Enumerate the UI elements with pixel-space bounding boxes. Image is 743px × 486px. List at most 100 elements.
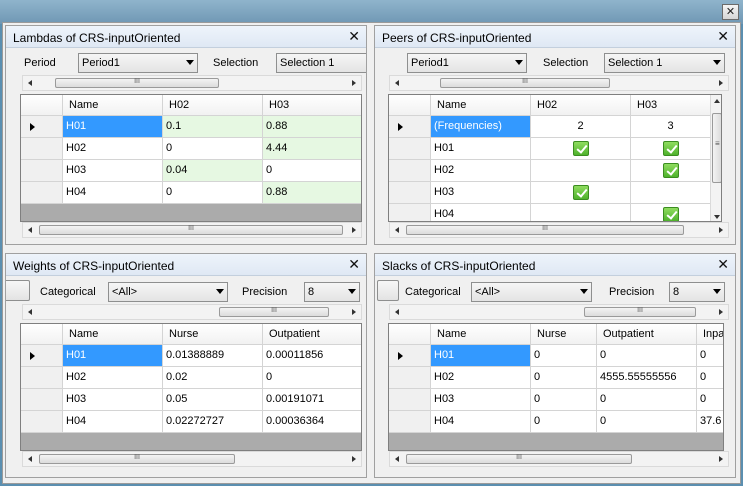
scroll-left-icon[interactable] — [28, 456, 32, 462]
weights-toolbar-scrollbar[interactable]: III — [22, 304, 362, 320]
scroll-thumb[interactable]: ≡ — [712, 113, 721, 183]
table-row[interactable]: H02 0 4555.55555556 0 — [389, 367, 723, 389]
cell-value[interactable]: 0.02 — [163, 367, 263, 389]
peers-vertical-scrollbar[interactable]: ≡ — [710, 95, 721, 221]
cell-name[interactable]: (Frequencies) — [431, 116, 531, 138]
row-selector[interactable] — [21, 160, 63, 182]
cell-value[interactable]: 0.01388889 — [163, 345, 263, 367]
scroll-thumb[interactable]: III — [406, 225, 684, 235]
scroll-left-icon[interactable] — [28, 80, 32, 86]
table-row[interactable]: H04 0.02272727 0.00036364 — [21, 411, 361, 433]
cell-value[interactable]: 4555.55555556 — [597, 367, 697, 389]
row-selector[interactable] — [389, 160, 431, 182]
lambdas-grid-scrollbar[interactable]: III — [22, 222, 362, 238]
scroll-left-icon[interactable] — [395, 227, 399, 233]
cell-value[interactable]: 37.6 — [697, 411, 723, 433]
cell-value[interactable]: 0.00011856 — [263, 345, 361, 367]
cell-name[interactable]: H01 — [431, 345, 531, 367]
row-selector[interactable] — [389, 204, 431, 221]
weights-precision-select[interactable]: 8 — [304, 282, 360, 302]
column-header-outpatient[interactable]: Outpatient — [263, 324, 361, 345]
cell-peer[interactable] — [631, 138, 711, 160]
slacks-close-icon[interactable]: ✕ — [717, 257, 729, 271]
lambdas-selection-select[interactable]: Selection 1 — [276, 53, 366, 73]
slacks-toolbar-button[interactable] — [377, 280, 399, 301]
cell-name[interactable]: H01 — [63, 345, 163, 367]
cell-peer[interactable] — [531, 204, 631, 221]
scroll-right-icon[interactable] — [352, 80, 356, 86]
column-header-inpatient[interactable]: Inpa — [697, 324, 723, 345]
column-header-h03[interactable]: H03 — [263, 95, 361, 116]
cell-value[interactable]: 0 — [163, 138, 263, 160]
slacks-categorical-select[interactable]: <All> — [471, 282, 592, 302]
table-row[interactable]: H02 0.02 0 — [21, 367, 361, 389]
lambdas-period-select[interactable]: Period1 — [78, 53, 198, 73]
scroll-thumb[interactable]: III — [440, 78, 610, 88]
cell-value[interactable]: 0 — [531, 345, 597, 367]
cell-value[interactable]: 0 — [697, 389, 723, 411]
cell-value[interactable]: 0.88 — [263, 182, 361, 204]
scroll-thumb[interactable]: III — [39, 454, 235, 464]
cell-name[interactable]: H01 — [431, 138, 531, 160]
cell-value[interactable]: 4.44 — [263, 138, 361, 160]
cell-frequency[interactable]: 2 — [531, 116, 631, 138]
table-row[interactable]: H03 0 0 0 — [389, 389, 723, 411]
scroll-right-icon[interactable] — [352, 456, 356, 462]
cell-peer[interactable] — [531, 160, 631, 182]
cell-name[interactable]: H03 — [431, 182, 531, 204]
window-close-icon[interactable]: ✕ — [722, 4, 739, 20]
column-header-name[interactable]: Name — [63, 95, 163, 116]
weights-close-icon[interactable]: ✕ — [348, 257, 360, 271]
row-selector[interactable] — [389, 138, 431, 160]
row-selector[interactable] — [389, 116, 431, 138]
scroll-left-icon[interactable] — [395, 456, 399, 462]
peers-selection-select[interactable]: Selection 1 — [604, 53, 725, 73]
table-row[interactable]: H03 — [389, 182, 721, 204]
peers-period-select[interactable]: Period1 — [407, 53, 527, 73]
cell-frequency[interactable]: 3 — [631, 116, 711, 138]
column-header-outpatient[interactable]: Outpatient — [597, 324, 697, 345]
column-header-name[interactable]: Name — [431, 324, 531, 345]
scroll-left-icon[interactable] — [395, 80, 399, 86]
scroll-thumb[interactable]: III — [219, 307, 329, 317]
cell-value[interactable]: 0 — [263, 160, 361, 182]
cell-value[interactable]: 0 — [163, 182, 263, 204]
slacks-precision-select[interactable]: 8 — [669, 282, 725, 302]
row-selector[interactable] — [21, 345, 63, 367]
cell-value[interactable]: 0.02272727 — [163, 411, 263, 433]
cell-value[interactable]: 0 — [531, 411, 597, 433]
table-row[interactable]: H03 0.04 0 — [21, 160, 361, 182]
cell-value[interactable]: 0 — [597, 389, 697, 411]
scroll-left-icon[interactable] — [395, 309, 399, 315]
table-row[interactable]: H01 0.1 0.88 — [21, 116, 361, 138]
cell-value[interactable]: 0 — [263, 367, 361, 389]
table-row[interactable]: H04 — [389, 204, 721, 221]
cell-name[interactable]: H03 — [431, 389, 531, 411]
scroll-right-icon[interactable] — [719, 80, 723, 86]
scroll-thumb[interactable]: III — [406, 454, 632, 464]
cell-value[interactable]: 0 — [697, 345, 723, 367]
peers-close-icon[interactable]: ✕ — [717, 29, 729, 43]
table-row[interactable]: H03 0.05 0.00191071 — [21, 389, 361, 411]
lambdas-toolbar-scrollbar[interactable]: III — [22, 75, 362, 91]
weights-toolbar-button[interactable] — [6, 280, 30, 301]
row-selector[interactable] — [21, 367, 63, 389]
slacks-toolbar-scrollbar[interactable]: III — [389, 304, 729, 320]
peers-grid-scrollbar[interactable]: III — [389, 222, 729, 238]
column-header-nurse[interactable]: Nurse — [163, 324, 263, 345]
cell-peer[interactable] — [531, 138, 631, 160]
weights-grid-scrollbar[interactable]: III — [22, 451, 362, 467]
scroll-right-icon[interactable] — [352, 309, 356, 315]
table-row[interactable]: H02 0 4.44 — [21, 138, 361, 160]
cell-name[interactable]: H03 — [63, 160, 163, 182]
cell-value[interactable]: 0.04 — [163, 160, 263, 182]
cell-value[interactable]: 0.00191071 — [263, 389, 361, 411]
cell-value[interactable]: 0.88 — [263, 116, 361, 138]
slacks-grid-scrollbar[interactable]: III — [389, 451, 729, 467]
row-selector[interactable] — [21, 411, 63, 433]
table-row[interactable]: H01 — [389, 138, 721, 160]
cell-name[interactable]: H01 — [63, 116, 163, 138]
scroll-right-icon[interactable] — [719, 227, 723, 233]
cell-value[interactable]: 0.1 — [163, 116, 263, 138]
weights-categorical-select[interactable]: <All> — [108, 282, 228, 302]
